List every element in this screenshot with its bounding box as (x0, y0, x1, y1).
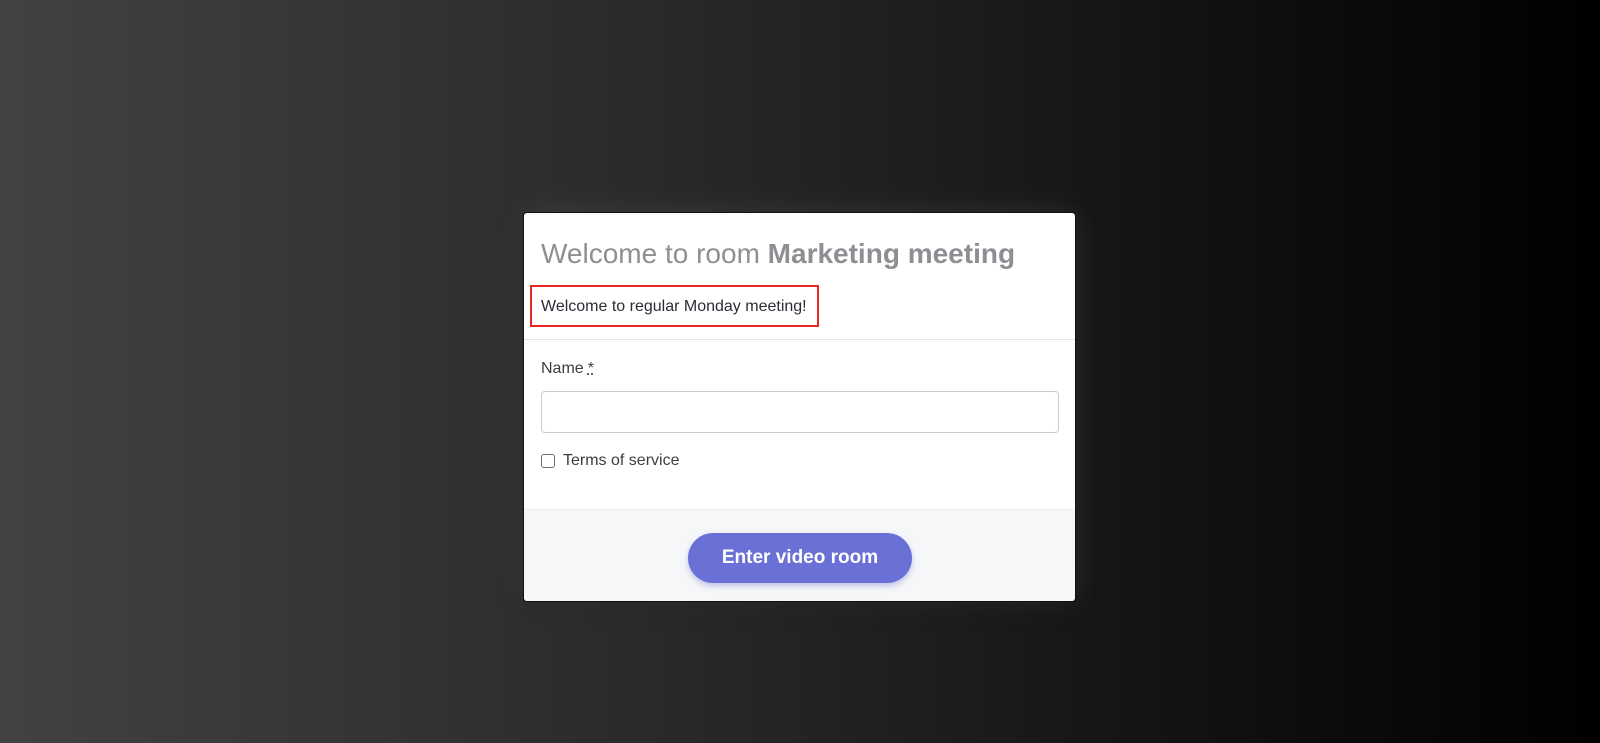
name-input[interactable] (541, 391, 1059, 433)
required-marker: * (587, 360, 594, 377)
terms-label[interactable]: Terms of service (563, 452, 679, 470)
terms-checkbox[interactable] (541, 454, 555, 468)
name-label-text: Name (541, 360, 584, 377)
welcome-message: Welcome to regular Monday meeting! (541, 298, 807, 315)
enter-video-room-button[interactable]: Enter video room (688, 533, 912, 583)
dialog-footer: Enter video room (524, 509, 1075, 601)
join-room-dialog: Welcome to room Marketing meeting Welcom… (523, 212, 1076, 602)
room-title: Welcome to room Marketing meeting (541, 238, 1015, 270)
room-title-prefix: Welcome to room (541, 238, 760, 269)
dialog-body: Name * Terms of service (524, 340, 1075, 510)
name-field-label: Name * (541, 360, 594, 378)
room-name: Marketing meeting (767, 238, 1016, 269)
terms-row[interactable]: Terms of service (541, 452, 679, 470)
dialog-header: Welcome to room Marketing meeting Welcom… (524, 213, 1075, 340)
